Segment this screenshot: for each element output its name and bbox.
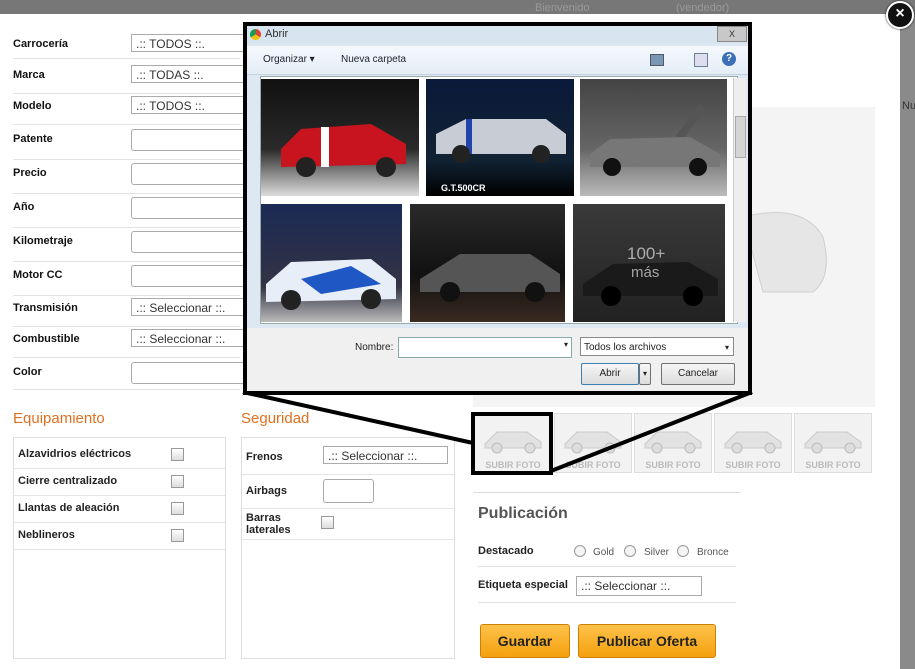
- file-thumbnail[interactable]: G.T.500CR: [426, 79, 574, 196]
- dialog-toolbar: Organizar ▾ Nueva carpeta ?: [247, 46, 748, 75]
- more-label: más: [631, 264, 660, 281]
- silver-shelby-image: G.T.500CR: [436, 119, 566, 193]
- organizar-menu[interactable]: Organizar ▾: [263, 54, 315, 65]
- dialog-footer: Nombre: ▾ Todos los archivos ▾ Abrir ▾ C…: [247, 328, 748, 391]
- blue-tuned-car-image: [266, 259, 396, 310]
- open-dropdown-button[interactable]: ▾: [639, 363, 651, 385]
- silver-pagani-image: [590, 104, 720, 176]
- dialog-close-button[interactable]: X: [717, 26, 747, 42]
- more-count: 100+: [627, 244, 666, 263]
- preview-pane-icon[interactable]: [694, 53, 708, 67]
- scrollbar[interactable]: [733, 78, 746, 322]
- file-type-value: Todos los archivos: [584, 342, 667, 353]
- dialog-title: Abrir: [265, 28, 289, 40]
- cancel-button[interactable]: Cancelar: [661, 363, 735, 385]
- view-icon[interactable]: [650, 54, 664, 66]
- file-thumbnail[interactable]: [580, 79, 727, 196]
- red-mustang-image: [281, 124, 406, 177]
- dark-lamborghini-image: [420, 254, 560, 302]
- scrollbar-thumb[interactable]: [735, 116, 746, 158]
- chrome-icon: [250, 29, 261, 40]
- file-thumbnail[interactable]: [261, 79, 419, 196]
- dialog-titlebar: Abrir X: [247, 26, 748, 44]
- file-thumbnail[interactable]: [410, 204, 565, 322]
- chevron-down-icon[interactable]: ▾: [564, 340, 568, 349]
- help-icon[interactable]: ?: [722, 52, 736, 66]
- file-thumbnail-more[interactable]: 100+ más: [573, 204, 725, 322]
- chevron-down-icon: ▾: [724, 343, 729, 352]
- file-thumbnail-pane: G.T.500CR 100+ más: [260, 76, 738, 324]
- file-type-select[interactable]: Todos los archivos ▾: [580, 337, 734, 356]
- filename-input[interactable]: ▾: [398, 337, 572, 358]
- open-button[interactable]: Abrir: [581, 363, 639, 385]
- thumb-caption: G.T.500CR: [441, 183, 486, 193]
- file-open-dialog: Abrir X Organizar ▾ Nueva carpeta ? G.T.…: [247, 26, 748, 391]
- new-folder-button[interactable]: Nueva carpeta: [341, 54, 406, 65]
- file-thumbnail[interactable]: [261, 204, 402, 322]
- nombre-label: Nombre:: [355, 342, 394, 353]
